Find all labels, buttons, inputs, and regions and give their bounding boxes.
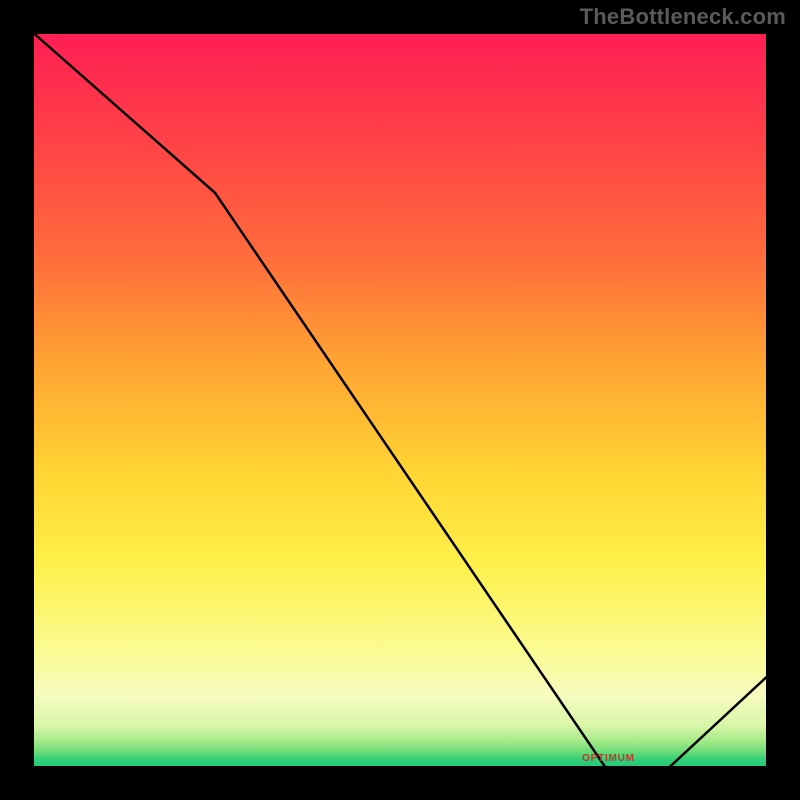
optimum-annotation: OPTIMUM (582, 753, 635, 764)
watermark-text: TheBottleneck.com (580, 4, 786, 30)
line-chart-svg (30, 30, 770, 770)
bottleneck-curve (30, 30, 770, 770)
plot-area: OPTIMUM (30, 30, 770, 770)
chart-root: TheBottleneck.com OPTIMUM (0, 0, 800, 800)
